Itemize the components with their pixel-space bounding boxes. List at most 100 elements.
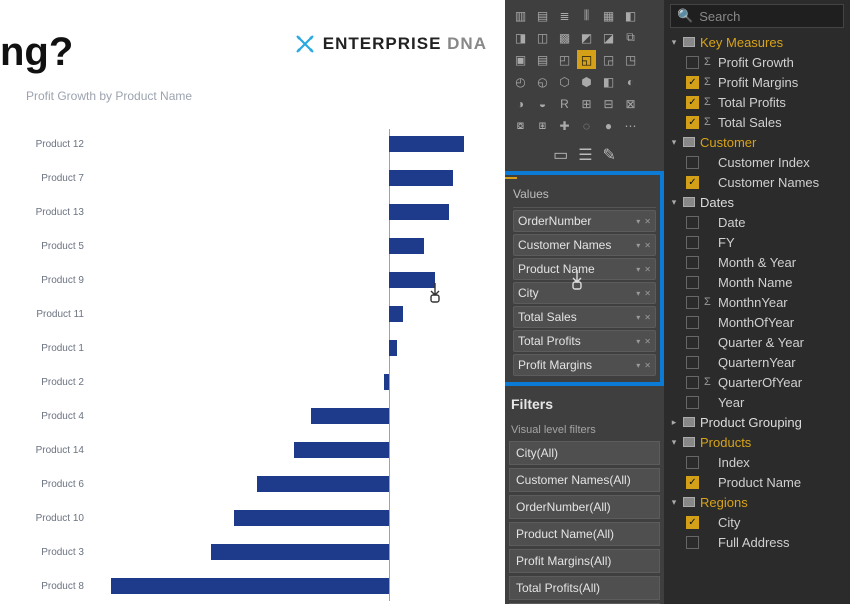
viz-type-icon[interactable]: ◳	[621, 50, 640, 69]
field-row[interactable]: Month Name	[666, 272, 850, 292]
bar[interactable]	[389, 272, 435, 288]
checkbox[interactable]: ✓	[686, 96, 699, 109]
checkbox[interactable]: ✓	[686, 516, 699, 529]
filter-pill[interactable]: City(All)	[509, 441, 660, 465]
chart-row[interactable]: Product 12	[26, 129, 479, 159]
viz-type-icon[interactable]: ◌	[577, 116, 596, 135]
checkbox[interactable]	[686, 156, 699, 169]
checkbox[interactable]	[686, 236, 699, 249]
expand-icon[interactable]: ▾	[670, 437, 678, 448]
expand-icon[interactable]: ▾	[670, 197, 678, 208]
bar[interactable]	[389, 306, 403, 322]
viz-type-icon[interactable]: ◧	[621, 6, 640, 25]
checkbox[interactable]	[686, 536, 699, 549]
checkbox[interactable]	[686, 336, 699, 349]
viz-type-icon[interactable]: ◐	[621, 72, 640, 91]
viz-type-icon[interactable]: ✚	[555, 116, 574, 135]
checkbox[interactable]	[686, 456, 699, 469]
chart-row[interactable]: Product 13	[26, 197, 479, 227]
filter-pill[interactable]: Product Name(All)	[509, 522, 660, 546]
viz-type-icon[interactable]: ⬡	[555, 72, 574, 91]
field-row[interactable]: ✓ΣTotal Profits	[666, 92, 850, 112]
chart-row[interactable]: Product 7	[26, 163, 479, 193]
chevron-down-icon[interactable]: ▾	[636, 241, 640, 250]
checkbox[interactable]: ✓	[686, 476, 699, 489]
viz-type-icon[interactable]: ◱	[577, 50, 596, 69]
viz-type-icon[interactable]: ▩	[555, 28, 574, 47]
field-row[interactable]: Customer Index	[666, 152, 850, 172]
expand-icon[interactable]: ▾	[670, 497, 678, 508]
bar[interactable]	[389, 340, 397, 356]
chart-row[interactable]: Product 2	[26, 367, 479, 397]
field-row[interactable]: QuarternYear	[666, 352, 850, 372]
field-row[interactable]: Year	[666, 392, 850, 412]
checkbox[interactable]	[686, 56, 699, 69]
field-row[interactable]: Full Address	[666, 532, 850, 552]
field-row[interactable]: Index	[666, 452, 850, 472]
bar[interactable]	[389, 238, 424, 254]
bar[interactable]	[384, 374, 390, 390]
viz-type-icon[interactable]: ▤	[533, 50, 552, 69]
chart-row[interactable]: Product 9	[26, 265, 479, 295]
viz-type-icon[interactable]: ⬢	[577, 72, 596, 91]
value-field-pill[interactable]: Profit Margins▾✕	[513, 354, 656, 376]
viz-type-icon[interactable]: ▥	[511, 6, 530, 25]
bar[interactable]	[389, 204, 449, 220]
viz-type-icon[interactable]: ⊞	[577, 94, 596, 113]
field-row[interactable]: ΣMonthnYear	[666, 292, 850, 312]
close-icon[interactable]: ✕	[644, 241, 651, 250]
field-row[interactable]: ✓Customer Names	[666, 172, 850, 192]
value-field-pill[interactable]: Product Name▾✕	[513, 258, 656, 280]
viz-type-icon[interactable]: ▣	[511, 50, 530, 69]
checkbox[interactable]	[686, 356, 699, 369]
chart-row[interactable]: Product 10	[26, 503, 479, 533]
close-icon[interactable]: ✕	[644, 217, 651, 226]
bar[interactable]	[389, 170, 452, 186]
bar[interactable]	[211, 544, 389, 560]
close-icon[interactable]: ✕	[644, 289, 651, 298]
viz-type-icon[interactable]: ◰	[555, 50, 574, 69]
chart-row[interactable]: Product 6	[26, 469, 479, 499]
pane-tab-icon[interactable]: ☰	[578, 145, 592, 165]
bar[interactable]	[234, 510, 389, 526]
viz-type-icon[interactable]: ⋯	[621, 116, 640, 135]
close-icon[interactable]: ✕	[644, 337, 651, 346]
field-row[interactable]: Month & Year	[666, 252, 850, 272]
bar-chart[interactable]: Profit Growth by Product Name Product 12…	[0, 75, 505, 601]
viz-type-icon[interactable]: ◨	[511, 28, 530, 47]
field-row[interactable]: Date	[666, 212, 850, 232]
viz-type-icon[interactable]: ◫	[533, 28, 552, 47]
value-field-pill[interactable]: Customer Names▾✕	[513, 234, 656, 256]
checkbox[interactable]	[686, 316, 699, 329]
value-field-pill[interactable]: OrderNumber▾✕	[513, 210, 656, 232]
bar[interactable]	[389, 136, 464, 152]
viz-type-icon[interactable]: ◲	[599, 50, 618, 69]
checkbox[interactable]	[686, 216, 699, 229]
table-header[interactable]: ▾Regions	[666, 492, 850, 512]
viz-type-icon[interactable]: ⊟	[599, 94, 618, 113]
viz-type-icon[interactable]: ◩	[577, 28, 596, 47]
table-header[interactable]: ▾Dates	[666, 192, 850, 212]
field-row[interactable]: ✓ΣProfit Margins	[666, 72, 850, 92]
chevron-down-icon[interactable]: ▾	[636, 313, 640, 322]
viz-type-icon[interactable]: ◵	[533, 72, 552, 91]
value-field-pill[interactable]: City▾✕	[513, 282, 656, 304]
checkbox[interactable]: ✓	[686, 76, 699, 89]
viz-type-icon[interactable]: R	[555, 94, 574, 113]
field-row[interactable]: Quarter & Year	[666, 332, 850, 352]
expand-icon[interactable]: ▾	[670, 37, 678, 48]
viz-type-icon[interactable]: ◪	[599, 28, 618, 47]
field-row[interactable]: ✓ΣTotal Sales	[666, 112, 850, 132]
table-header[interactable]: ▾Key Measures	[666, 32, 850, 52]
close-icon[interactable]: ✕	[644, 361, 651, 370]
table-header[interactable]: ▸Product Grouping	[666, 412, 850, 432]
checkbox[interactable]: ✓	[686, 176, 699, 189]
fields-search-input[interactable]: 🔍 Search	[670, 4, 844, 28]
viz-type-icon[interactable]: ●	[599, 116, 618, 135]
viz-type-icon[interactable]: ◧	[599, 72, 618, 91]
viz-type-icon[interactable]: ≣	[555, 6, 574, 25]
chevron-down-icon[interactable]: ▾	[636, 361, 640, 370]
field-row[interactable]: ΣQuarterOfYear	[666, 372, 850, 392]
viz-type-icon[interactable]: ⧉	[621, 28, 640, 47]
chart-row[interactable]: Product 5	[26, 231, 479, 261]
